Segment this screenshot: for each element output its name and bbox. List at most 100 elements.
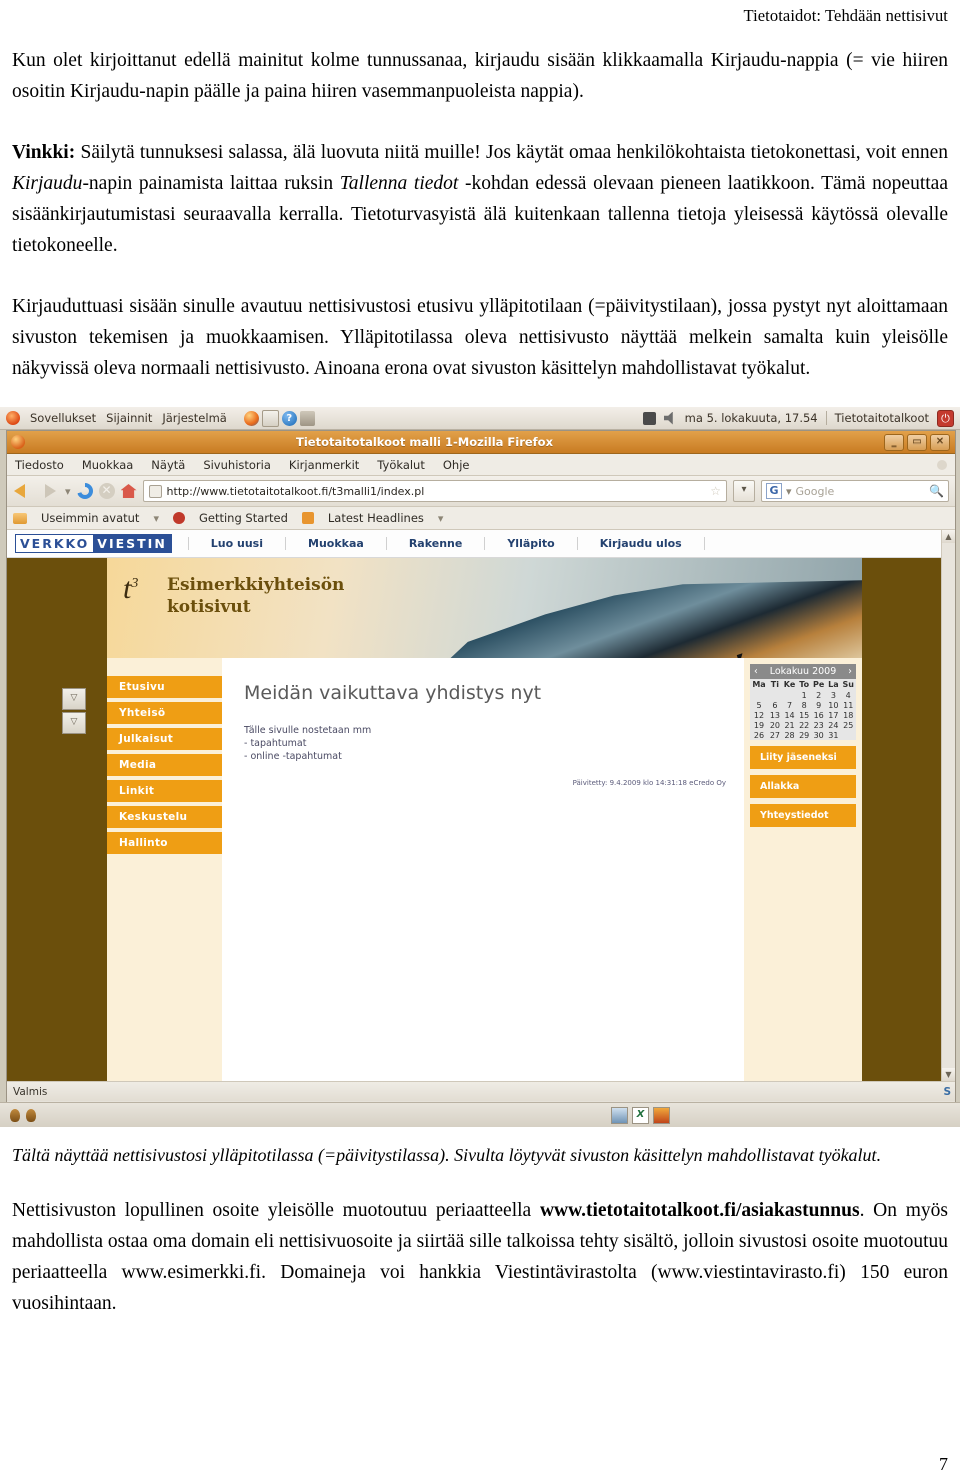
stop-icon[interactable]: ✕	[98, 483, 115, 499]
scroll-up-icon[interactable]: ▽	[62, 688, 86, 710]
close-icon[interactable]: ✕	[930, 433, 950, 451]
calendar-day[interactable]	[840, 730, 856, 740]
mail-icon[interactable]	[261, 409, 279, 427]
button-liity-jaseneksi[interactable]: Liity jäseneksi	[750, 746, 856, 769]
scroll-up-icon[interactable]: ▲	[942, 530, 955, 543]
bookmark-getting-started[interactable]: Getting Started	[199, 511, 288, 525]
address-bar[interactable]: http://www.tietotaitotalkoot.fi/t3malli1…	[142, 480, 727, 502]
calendar-day[interactable]: 4	[840, 690, 856, 700]
search-engine-dropdown-icon[interactable]: ▾	[786, 485, 792, 498]
calendar-day[interactable]: 19	[750, 720, 768, 730]
calendar-day[interactable]: 5	[750, 700, 768, 710]
calendar-day[interactable]: 16	[811, 710, 826, 720]
calendar-day[interactable]: 10	[826, 700, 840, 710]
calendar-prev-icon[interactable]: ‹	[754, 666, 758, 677]
forward-icon[interactable]	[39, 481, 59, 501]
calendar-next-icon[interactable]: ›	[848, 666, 852, 677]
calendar-day[interactable]: 17	[826, 710, 840, 720]
menu-tools[interactable]: Työkalut	[377, 458, 425, 472]
calendar-day[interactable]: 30	[811, 730, 826, 740]
calendar-day[interactable]: 22	[797, 720, 811, 730]
address-history-dropdown-icon[interactable]: ▾	[733, 480, 755, 502]
inline-scroll-widget[interactable]: ▽ ▽	[62, 688, 86, 736]
calendar-day[interactable]: 6	[768, 700, 782, 710]
menu-view[interactable]: Näytä	[151, 458, 185, 472]
chevron-down-icon[interactable]: ▾	[153, 512, 159, 525]
calendar-day[interactable]: 13	[768, 710, 782, 720]
menu-file[interactable]: Tiedosto	[15, 458, 64, 472]
calendar-day[interactable]: 3	[826, 690, 840, 700]
bookmark-latest-headlines[interactable]: Latest Headlines	[328, 511, 424, 525]
trash-icon[interactable]	[299, 410, 315, 426]
minimize-icon[interactable]: _	[884, 433, 904, 451]
gnome-menu-system[interactable]: Järjestelmä	[162, 411, 226, 425]
calendar-day[interactable]: 7	[782, 700, 798, 710]
search-engine-icon[interactable]: G	[766, 483, 782, 499]
calendar-day[interactable]	[782, 690, 798, 700]
admin-link-luo-uusi[interactable]: Luo uusi	[187, 537, 287, 550]
chevron-down-icon[interactable]: ▾	[438, 512, 444, 525]
calendar-day[interactable]: 20	[768, 720, 782, 730]
status-right-icon[interactable]: S	[943, 1086, 955, 1098]
window-list-item-icon[interactable]	[26, 1108, 36, 1122]
tray-icon-1[interactable]	[611, 1106, 628, 1124]
sidebar-item-julkaisut[interactable]: Julkaisut	[107, 728, 222, 750]
menu-edit[interactable]: Muokkaa	[82, 458, 133, 472]
sidebar-item-media[interactable]: Media	[107, 754, 222, 776]
maximize-icon[interactable]: ▭	[907, 433, 927, 451]
calendar-day[interactable]: 31	[826, 730, 840, 740]
scroll-down-icon[interactable]: ▽	[62, 712, 86, 734]
menu-bookmarks[interactable]: Kirjanmerkit	[289, 458, 359, 472]
home-icon[interactable]	[120, 484, 137, 498]
scroll-down-icon[interactable]: ▼	[942, 1068, 955, 1081]
firefox-icon[interactable]	[243, 410, 259, 426]
volume-icon[interactable]	[663, 411, 673, 425]
admin-link-yllapito[interactable]: Ylläpito	[485, 537, 578, 550]
sidebar-item-hallinto[interactable]: Hallinto	[107, 832, 222, 854]
calendar-day[interactable]	[750, 690, 768, 700]
button-allakka[interactable]: Allakka	[750, 775, 856, 798]
reload-icon[interactable]	[76, 483, 93, 499]
calendar-day[interactable]: 25	[840, 720, 856, 730]
calendar-day[interactable]: 12	[750, 710, 768, 720]
menu-history[interactable]: Sivuhistoria	[203, 458, 271, 472]
admin-link-muokkaa[interactable]: Muokkaa	[286, 537, 387, 550]
display-icon[interactable]	[642, 411, 656, 425]
calendar-day[interactable]: 28	[782, 730, 798, 740]
calendar-day[interactable]: 1	[797, 690, 811, 700]
calendar-day[interactable]: 18	[840, 710, 856, 720]
calendar-day[interactable]: 21	[782, 720, 798, 730]
calendar-day[interactable]: 14	[782, 710, 798, 720]
calendar-day[interactable]: 27	[768, 730, 782, 740]
bookmark-star-icon[interactable]: ☆	[710, 484, 721, 498]
calendar-day[interactable]: 2	[811, 690, 826, 700]
calendar-day[interactable]	[768, 690, 782, 700]
admin-link-rakenne[interactable]: Rakenne	[387, 537, 486, 550]
calendar-day[interactable]: 24	[826, 720, 840, 730]
button-yhteystiedot[interactable]: Yhteystiedot	[750, 804, 856, 827]
calendar-day[interactable]: 23	[811, 720, 826, 730]
page-vertical-scrollbar[interactable]: ▲ ▼	[941, 530, 955, 1081]
calendar-day[interactable]: 15	[797, 710, 811, 720]
calendar-day[interactable]: 8	[797, 700, 811, 710]
bookmark-most-visited[interactable]: Useimmin avatut	[41, 511, 139, 525]
menu-help[interactable]: Ohje	[443, 458, 470, 472]
tray-icon-2[interactable]: X	[632, 1106, 649, 1124]
sidebar-item-etusivu[interactable]: Etusivu	[107, 676, 222, 698]
gnome-menu-applications[interactable]: Sovellukset	[30, 411, 96, 425]
sidebar-item-yhteiso[interactable]: Yhteisö	[107, 702, 222, 724]
gnome-menu-places[interactable]: Sijainnit	[106, 411, 152, 425]
back-icon[interactable]	[13, 481, 33, 501]
window-list-item-icon[interactable]	[10, 1108, 20, 1122]
sidebar-item-linkit[interactable]: Linkit	[107, 780, 222, 802]
chevron-down-icon[interactable]: ▾	[65, 485, 71, 498]
panel-username[interactable]: Tietotaitotalkoot	[835, 411, 929, 425]
search-icon[interactable]: 🔍	[929, 484, 944, 498]
panel-clock[interactable]: ma 5. lokakuuta, 17.54	[685, 411, 818, 425]
admin-link-kirjaudu-ulos[interactable]: Kirjaudu ulos	[578, 537, 705, 550]
tray-icon-3[interactable]	[653, 1106, 670, 1124]
help-icon[interactable]: ?	[281, 410, 297, 426]
sidebar-item-keskustelu[interactable]: Keskustelu	[107, 806, 222, 828]
calendar-day[interactable]: 9	[811, 700, 826, 710]
calendar-day[interactable]: 29	[797, 730, 811, 740]
